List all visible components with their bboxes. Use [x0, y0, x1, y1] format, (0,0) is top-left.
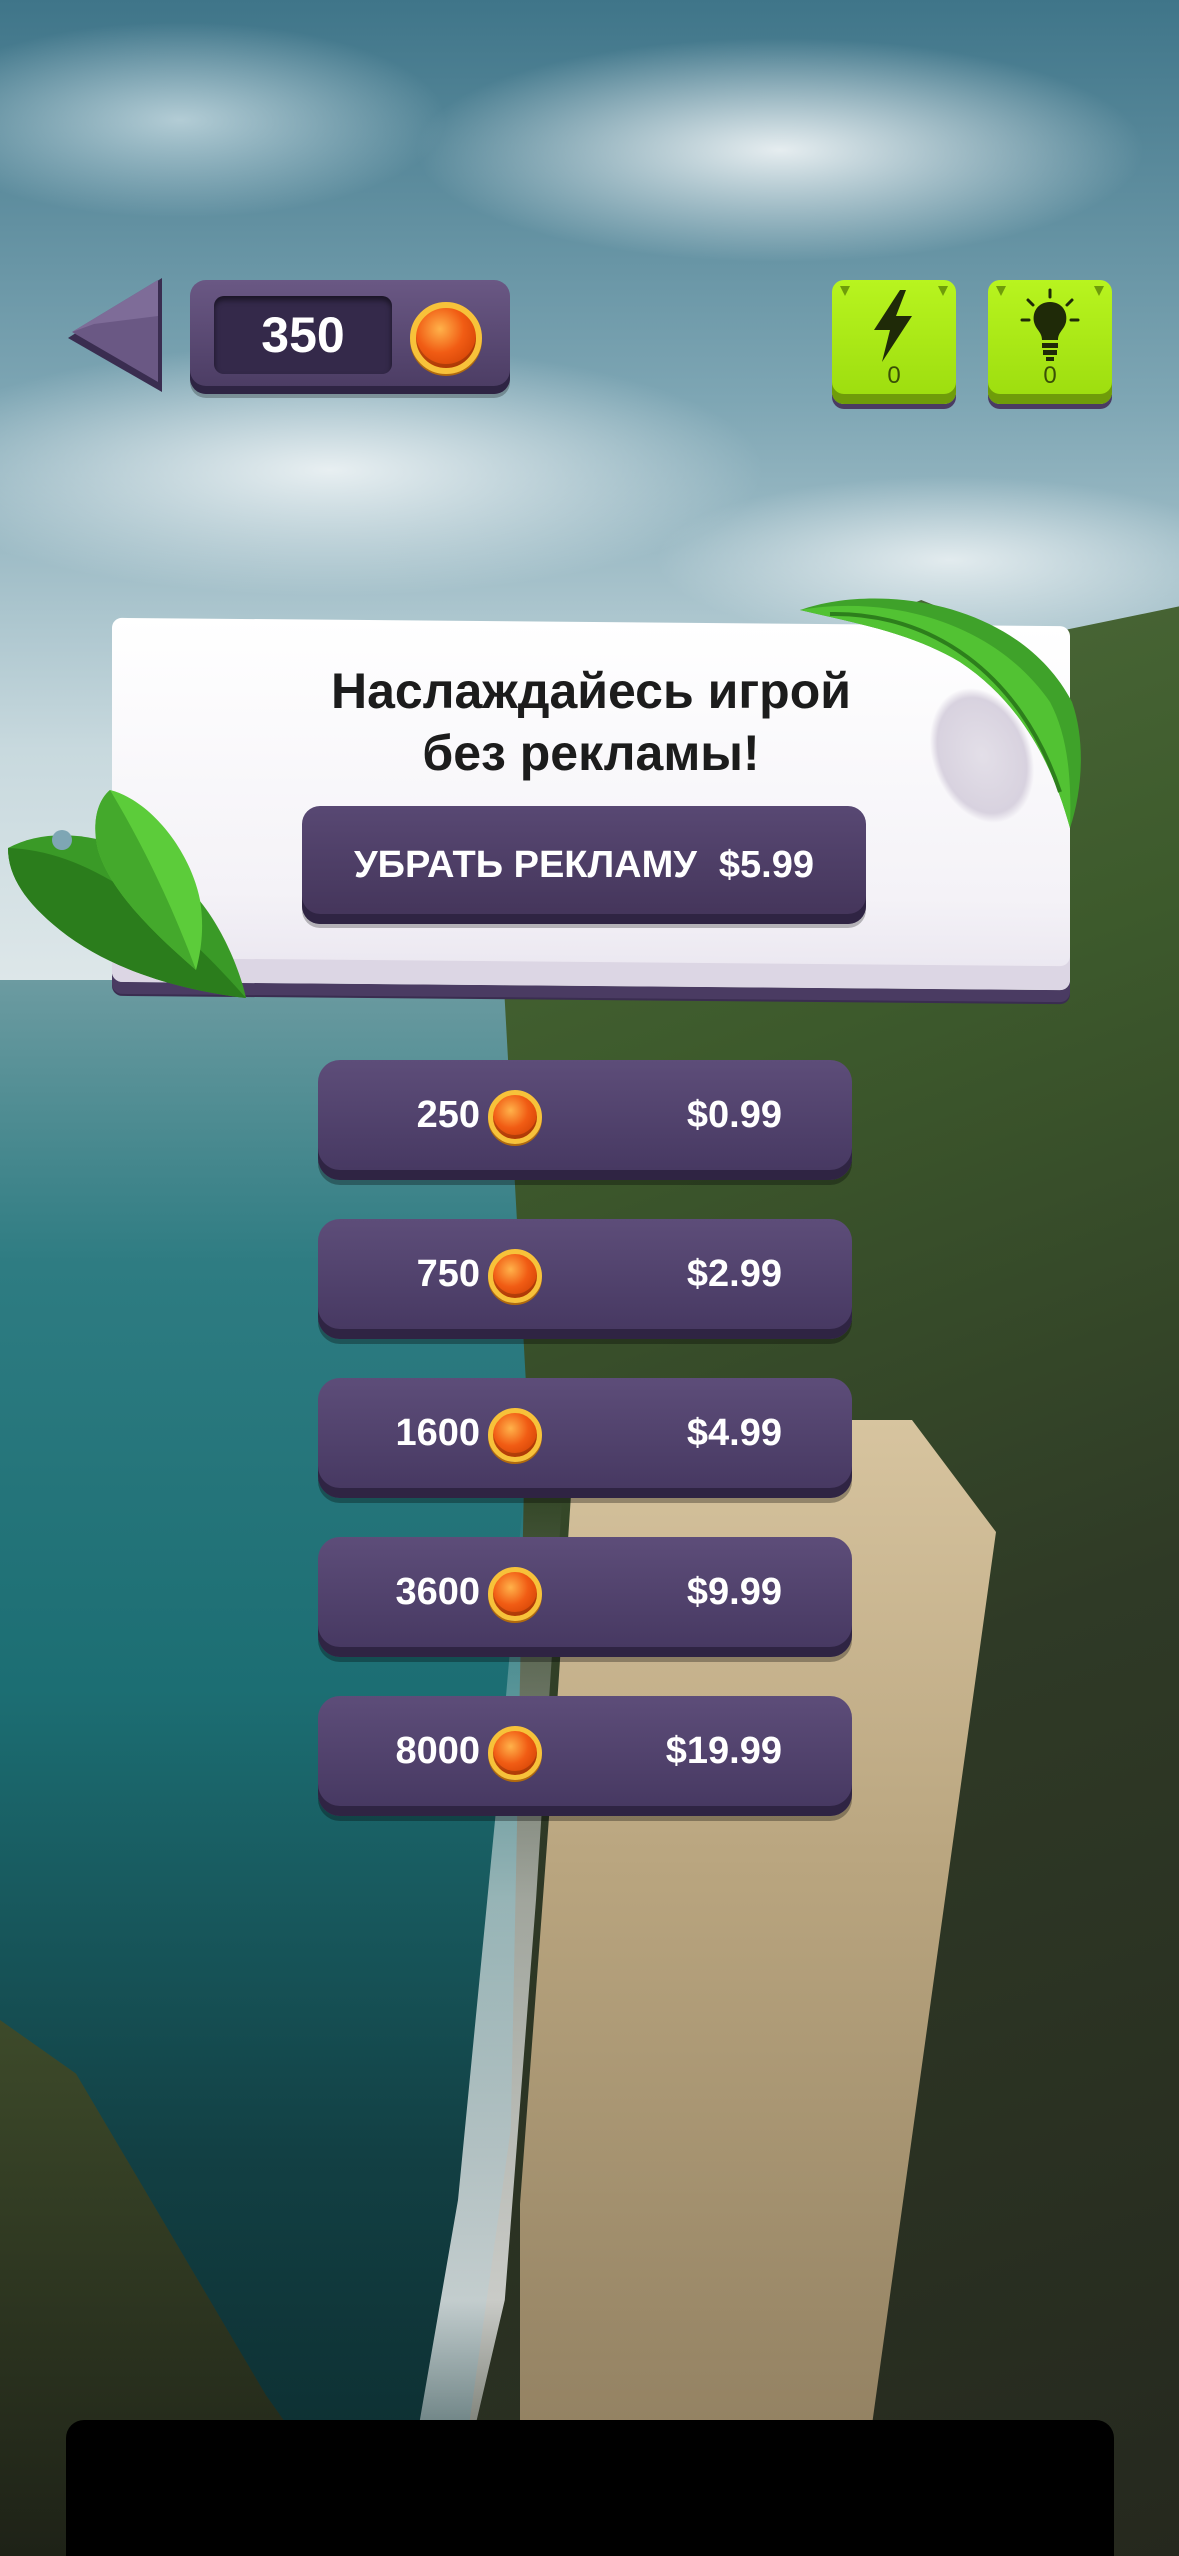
coin-pack-price: $9.99	[686, 1571, 782, 1613]
coin-icon	[488, 1408, 542, 1462]
back-arrow-icon	[68, 278, 162, 392]
hint-powerup-button[interactable]: 0	[988, 280, 1112, 404]
back-button[interactable]	[64, 276, 166, 394]
lightbulb-icon	[1020, 288, 1080, 361]
coin-pack-price: $0.99	[686, 1094, 782, 1136]
no-ads-title-line1: Наслаждайесь игрой	[331, 663, 851, 719]
coin-pack-button[interactable]: 1600 $4.99	[318, 1378, 852, 1498]
coin-icon	[488, 1567, 542, 1621]
energy-powerup-button[interactable]: 0	[832, 280, 956, 404]
coin-icon	[488, 1090, 542, 1144]
coin-pack-amount: 3600	[395, 1571, 480, 1613]
coin-pack-button[interactable]: 3600 $9.99	[318, 1537, 852, 1657]
coin-pack-amount: 750	[416, 1253, 480, 1295]
coin-balance-panel: 350	[190, 280, 510, 394]
corner-rivet	[840, 286, 850, 296]
coin-balance: 350	[214, 296, 392, 374]
coin-pack-amount: 8000	[395, 1730, 480, 1772]
coin-pack-price: $4.99	[686, 1412, 782, 1454]
remove-ads-button[interactable]: УБРАТЬ РЕКЛАМУ $5.99	[302, 806, 866, 924]
energy-count: 0	[887, 362, 901, 389]
coin-pack-amount: 250	[416, 1094, 480, 1136]
remove-ads-price: $5.99	[718, 843, 814, 886]
corner-rivet	[938, 286, 948, 296]
corner-rivet	[1094, 286, 1104, 296]
coin-icon	[488, 1726, 542, 1780]
no-ads-title: Наслаждайесь игрой без рекламы!	[112, 660, 1070, 784]
no-ads-title-line2: без рекламы!	[422, 725, 760, 781]
coin-pack-button[interactable]: 250 $0.99	[318, 1060, 852, 1180]
ad-banner-area	[66, 2420, 1114, 2556]
coin-pack-price: $2.99	[686, 1253, 782, 1295]
leaf-decoration-left	[8, 790, 246, 998]
lightning-icon	[874, 290, 912, 362]
hint-count: 0	[1043, 362, 1057, 389]
coin-pack-button[interactable]: 750 $2.99	[318, 1219, 852, 1339]
coin-pack-price: $19.99	[665, 1730, 782, 1772]
corner-rivet	[996, 286, 1006, 296]
coin-pack-amount: 1600	[395, 1412, 480, 1454]
coin-icon	[410, 302, 482, 374]
coin-pack-button[interactable]: 8000 $19.99	[318, 1696, 852, 1816]
remove-ads-label: УБРАТЬ РЕКЛАМУ	[354, 843, 697, 886]
coin-icon	[488, 1249, 542, 1303]
